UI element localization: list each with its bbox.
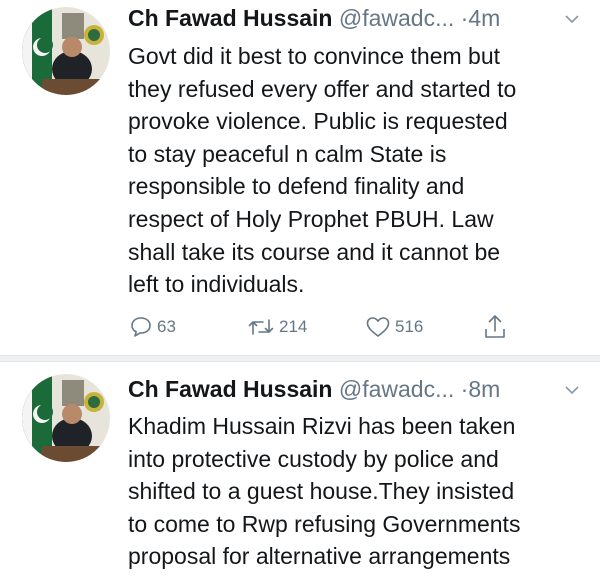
tweet-text-line: proposal for alternative arrangements [128,543,511,570]
tweet-text-line: to stay peaceful n calm State is [128,140,447,167]
reply-icon [131,317,151,337]
tweet-text-line: responsible to defend finality and [128,173,465,200]
reply-button[interactable]: 63 [128,312,176,342]
tweet-text-line: provoke violence. Public is requested [128,108,508,135]
tweet-separator [0,355,600,362]
avatar[interactable] [22,7,110,95]
tweet-text-line: respect of Holy Prophet PBUH. Law [128,205,494,232]
chevron-down-icon[interactable] [564,11,580,27]
tweet-text-line: to come to Rwp refusing Governments [128,510,521,537]
tweet[interactable]: Ch Fawad Hussain @fawadc... ·4m Govt did… [0,0,600,355]
tweet-text-line: shifted to a guest house.They insisted [128,478,515,505]
timestamp[interactable]: ·4m [461,5,501,31]
tweet-text-line: Govt did it best to convince them but [128,43,501,69]
author-name[interactable]: Ch Fawad Hussain [128,5,332,31]
tweet-header: Ch Fawad Hussain @fawadc... ·4m [128,5,580,35]
tweet-text-line: they refused every offer and started to [128,75,517,102]
tweet-text: Govt did it best to convince them but th… [128,40,582,301]
retweet-button[interactable]: 214 [246,312,307,342]
avatar[interactable] [22,374,110,462]
heart-icon [366,317,390,337]
tweet-text-line: left to individuals. [128,271,305,298]
author-name[interactable]: Ch Fawad Hussain [128,376,332,402]
author-handle[interactable]: @fawadc... [339,376,454,402]
chevron-down-icon[interactable] [564,382,580,398]
timestamp[interactable]: ·8m [461,376,501,402]
retweet-icon [248,319,274,335]
share-icon [485,315,505,338]
author-handle[interactable]: @fawadc... [339,5,454,31]
tweet-text-line: shall take its course and it cannot be [128,238,501,265]
like-count: 516 [395,317,424,336]
tweet[interactable]: Ch Fawad Hussain @fawadc... ·8m Khadim H… [0,362,600,580]
tweet-header: Ch Fawad Hussain @fawadc... ·8m [128,376,580,406]
tweet-text-line: Khadim Hussain Rizvi has been taken [128,413,516,439]
tweet-text-line: into protective custody by police and [128,445,499,472]
tweet-actions: 63 214 516 [128,312,528,342]
tweet-text: Khadim Hussain Rizvi has been taken into… [128,410,582,573]
like-button[interactable]: 516 [364,312,423,342]
share-button[interactable] [482,312,508,342]
retweet-count: 214 [279,317,308,336]
reply-count: 63 [157,317,176,336]
